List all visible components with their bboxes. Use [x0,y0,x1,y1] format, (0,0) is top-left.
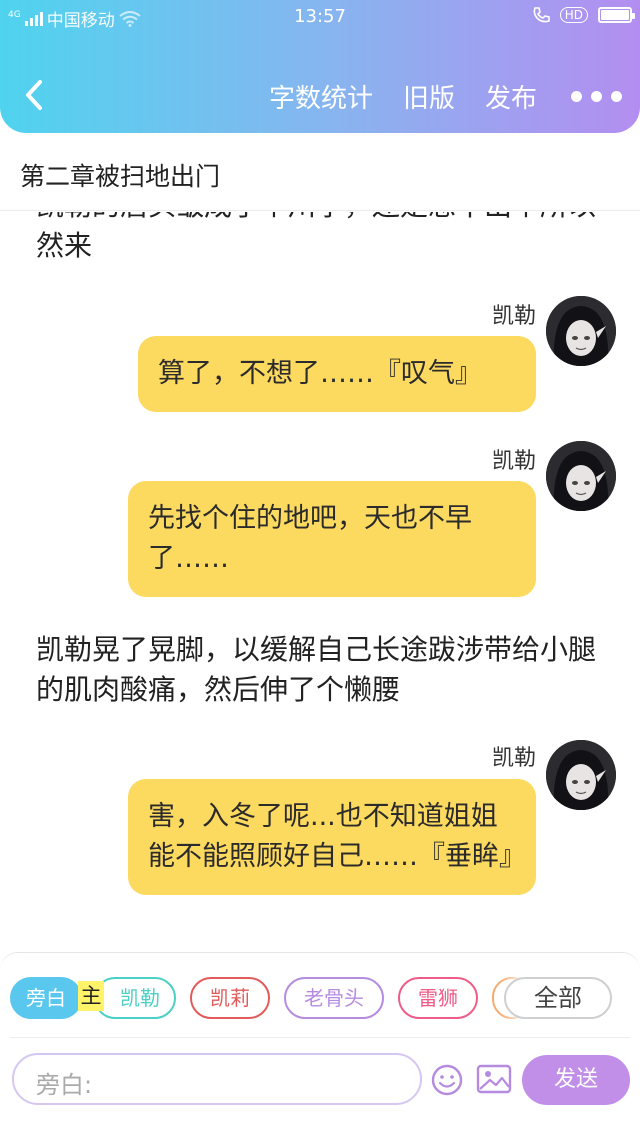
avatar[interactable] [546,441,616,511]
header-actions: 字数统计 旧版 发布 [269,78,622,115]
chapter-title-bar: 第二章被扫地出门 [0,133,640,211]
role-chip-kaili[interactable]: 凯莉 [190,977,270,1019]
battery-level [601,10,629,20]
publish-button[interactable]: 发布 [485,78,537,115]
chevron-left-icon[interactable] [18,74,50,116]
more-dots-icon[interactable] [571,91,622,102]
dialogue-bubble[interactable]: 害，入冬了呢...也不知道姐姐能不能照顾好自己……『垂眸』 [128,779,536,895]
narration-text[interactable]: 凯勒的眉头皱成了个川字，还是想不出个所以然来 [36,212,596,266]
smiley-icon[interactable] [430,1063,464,1097]
role-chip-kaile[interactable]: 凯勒 [94,977,176,1019]
message-input[interactable]: 旁白: [12,1053,422,1105]
send-button[interactable]: 发送 [522,1055,630,1105]
main-role-tag: 主 [78,981,104,1011]
speaker-name: 凯勒 [491,304,536,329]
role-chip-narrator[interactable]: 旁白 [10,977,82,1019]
speaker-name: 凯勒 [491,746,536,771]
character-avatar-image [546,740,616,810]
divider [10,1037,630,1038]
role-chip-leishi[interactable]: 雷狮 [398,977,478,1019]
composer-panel: 旁白 凯勒 凯莉 老骨头 雷狮 全部 主 旁白: 发送 [0,952,640,1138]
speaker-name: 凯勒 [491,449,536,474]
character-avatar-image [546,296,616,366]
character-avatar-image [546,441,616,511]
status-right: HD [532,6,635,24]
avatar[interactable] [546,740,616,810]
dialogue-bubble[interactable]: 算了，不想了……『叹气』 [138,336,536,412]
narration-text[interactable]: 凯勒晃了晃脚，以缓解自己长途跋涉带给小腿的肌肉酸痛，然后伸了个懒腰 [36,630,604,710]
word-count-button[interactable]: 字数统计 [269,78,373,115]
image-icon[interactable] [476,1063,512,1095]
all-roles-button[interactable]: 全部 [504,977,612,1019]
status-bar: 4G 中国移动 13:57 HD [0,0,640,34]
battery-icon [598,7,635,23]
old-version-button[interactable]: 旧版 [403,78,455,115]
hd-badge: HD [559,7,588,23]
role-chip-laogutou[interactable]: 老骨头 [284,977,384,1019]
dialogue-bubble[interactable]: 先找个住的地吧，天也不早了…… [128,481,536,597]
avatar[interactable] [546,296,616,366]
top-app-bar: 4G 中国移动 13:57 HD 字数统计 旧版 发布 [0,0,640,133]
story-content[interactable]: 凯勒的眉头皱成了个川字，还是想不出个所以然来 凯勒 算了，不想了……『叹气』 凯… [0,212,640,952]
call-hd-icon [533,7,550,23]
chapter-title[interactable]: 第二章被扫地出门 [20,162,220,191]
